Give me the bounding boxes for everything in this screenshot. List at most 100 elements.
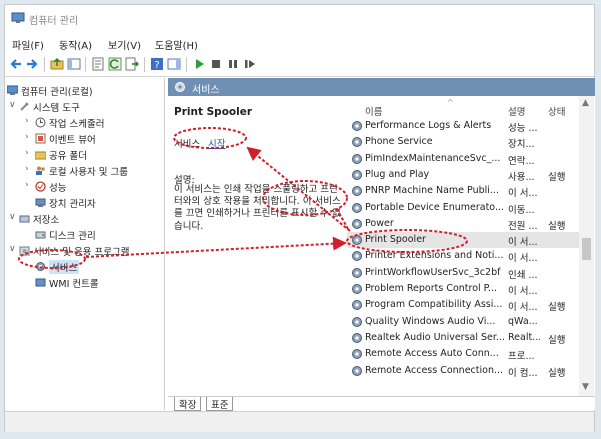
service-gear-icon (352, 284, 362, 294)
service-row[interactable]: PimIndexMaintenanceSvc_... 연락... (347, 151, 579, 167)
title-bar: 컴퓨터 관리 (5, 5, 594, 32)
disk-icon (35, 231, 46, 239)
help-icon[interactable]: ? (150, 57, 164, 71)
service-row[interactable]: Printer Extensions and Noti... 이 서... (347, 248, 579, 264)
selected-service-name: Print Spooler (174, 106, 253, 118)
event-viewer-icon (35, 133, 46, 144)
services-list: ^ 이름 설명 상태 Performance Logs & Alerts 성능 .… (347, 96, 595, 396)
forward-arrow-icon[interactable] (25, 57, 39, 71)
service-desc: 이 서... (508, 188, 538, 200)
service-row[interactable]: Program Compatibility Assi... 이 서... 실행 (347, 297, 579, 313)
service-detail-pane: Print Spooler 서비스 시작 설명: 이 서비스는 인쇄 작업을 스… (168, 96, 344, 396)
svg-text:?: ? (154, 60, 159, 71)
service-name: Printer Extensions and Noti... (365, 250, 504, 262)
sort-ascending-icon: ^ (447, 98, 454, 107)
services-panel: 서비스 Print Spooler 서비스 시작 설명: 이 서비스는 인쇄 작… (168, 78, 595, 411)
chevron-right-icon[interactable]: › (25, 116, 34, 126)
service-state: 실행 (548, 334, 566, 346)
show-action-pane-icon[interactable] (167, 57, 181, 71)
service-gear-icon (36, 262, 45, 271)
storage-icon (19, 215, 30, 223)
service-desc: 전원 ... (508, 220, 538, 232)
properties-icon[interactable] (91, 57, 105, 71)
service-row[interactable]: Power 전원 ... 실행 (347, 216, 579, 232)
service-row[interactable]: Remote Access Connection... 이 컴... 실행 (347, 363, 579, 379)
menu-file[interactable]: 파일(F) (12, 37, 44, 52)
menu-help[interactable]: 도움말(H) (155, 37, 198, 52)
service-name: PNRP Machine Name Publi... (365, 185, 499, 197)
toolbar-separator (144, 57, 145, 72)
view-tabs: 확장 표준 (168, 396, 595, 411)
service-state: 실행 (548, 171, 566, 183)
service-row[interactable]: Portable Device Enumerato... 이동... (347, 200, 579, 216)
service-gear-icon (352, 202, 362, 213)
computer-management-icon (11, 12, 25, 23)
service-desc: 프로... (508, 351, 535, 363)
service-gear-icon (352, 186, 362, 197)
service-row[interactable]: PrintWorkflowUserSvc_3c2bf 인쇄 ... (347, 265, 579, 281)
service-name: Quality Windows Audio Vi... (365, 315, 496, 327)
shared-folder-icon (35, 151, 46, 160)
service-gear-icon (352, 235, 362, 246)
stop-service-icon[interactable] (209, 57, 223, 71)
service-state: 실행 (548, 367, 566, 379)
chevron-right-icon[interactable]: › (25, 164, 34, 174)
service-row[interactable]: Realtek Audio Universal Ser... Realt... 실행 (347, 330, 579, 346)
refresh-icon[interactable] (108, 57, 122, 71)
menu-action[interactable]: 동작(A) (59, 37, 92, 52)
service-gear-icon (352, 300, 362, 311)
service-row[interactable]: PNRP Machine Name Publi... 이 서... (347, 183, 579, 199)
pause-service-icon[interactable] (226, 57, 240, 71)
service-row[interactable]: Remote Access Auto Conn... 프로... (347, 346, 579, 362)
chevron-down-icon[interactable]: ∨ (9, 244, 18, 254)
service-desc: 이 서... (508, 302, 538, 314)
show-hide-tree-icon[interactable] (67, 57, 81, 71)
vertical-scrollbar[interactable]: ▲ ▼ (579, 96, 594, 396)
chevron-right-icon[interactable]: › (25, 148, 34, 158)
tab-standard[interactable]: 표준 (206, 397, 234, 411)
export-list-icon[interactable] (125, 57, 139, 71)
service-desc: 장치... (508, 139, 535, 151)
tab-extended[interactable]: 확장 (174, 397, 202, 411)
service-row[interactable]: Print Spooler 이 서... (347, 232, 579, 249)
tree-label: 시스템 도구 (33, 103, 80, 114)
column-header-state[interactable]: 상태 (548, 96, 565, 118)
scroll-up-icon[interactable]: ▲ (582, 98, 589, 108)
service-row[interactable]: Phone Service 장치... (347, 134, 579, 150)
up-folder-icon[interactable] (50, 57, 64, 71)
column-header-name[interactable]: ^ 이름 (365, 96, 454, 118)
scroll-down-icon[interactable]: ▼ (582, 382, 589, 392)
service-gear-icon (352, 316, 362, 327)
service-row[interactable]: Quality Windows Audio Vi... qWa... (347, 314, 579, 330)
wmi-icon (35, 278, 46, 287)
service-desc: 이 서... (508, 286, 538, 297)
clock-icon (35, 117, 46, 128)
start-service-icon[interactable] (192, 57, 206, 71)
tree-label: WMI 컨트롤 (49, 279, 99, 290)
column-header-description[interactable]: 설명 (508, 96, 525, 118)
menu-view[interactable]: 보기(V) (108, 37, 141, 52)
service-name: Program Compatibility Assi... (365, 299, 503, 311)
chevron-right-icon[interactable]: › (25, 180, 34, 190)
tree-label: 이벤트 뷰어 (49, 135, 96, 146)
back-arrow-icon[interactable] (9, 57, 23, 71)
toolbar-separator (85, 57, 86, 72)
service-row[interactable]: Problem Reports Control P... 이 서... (347, 281, 579, 297)
service-row[interactable]: Plug and Play 사용... 실행 (347, 167, 579, 183)
chevron-down-icon[interactable]: ∨ (9, 100, 18, 110)
chevron-right-icon[interactable]: › (25, 132, 34, 142)
service-gear-icon (352, 218, 362, 229)
menu-bar: 파일(F) 동작(A) 보기(V) 도움말(H) (5, 33, 594, 53)
window-title: 컴퓨터 관리 (29, 16, 79, 27)
computer-icon (7, 85, 18, 95)
chevron-down-icon[interactable]: ∨ (9, 212, 18, 222)
start-service-link[interactable]: 시작 (208, 136, 225, 150)
panel-header: 서비스 (168, 78, 595, 96)
scrollbar-thumb[interactable] (582, 238, 591, 260)
tree-label: 성능 (49, 183, 67, 194)
restart-service-icon[interactable] (243, 57, 257, 71)
column-desc-label: 설명 (508, 107, 526, 118)
tree-label: 공유 폴더 (49, 151, 87, 162)
service-row[interactable]: Performance Logs & Alerts 성능 ... (347, 118, 579, 134)
panel-header-title: 서비스 (192, 85, 220, 96)
